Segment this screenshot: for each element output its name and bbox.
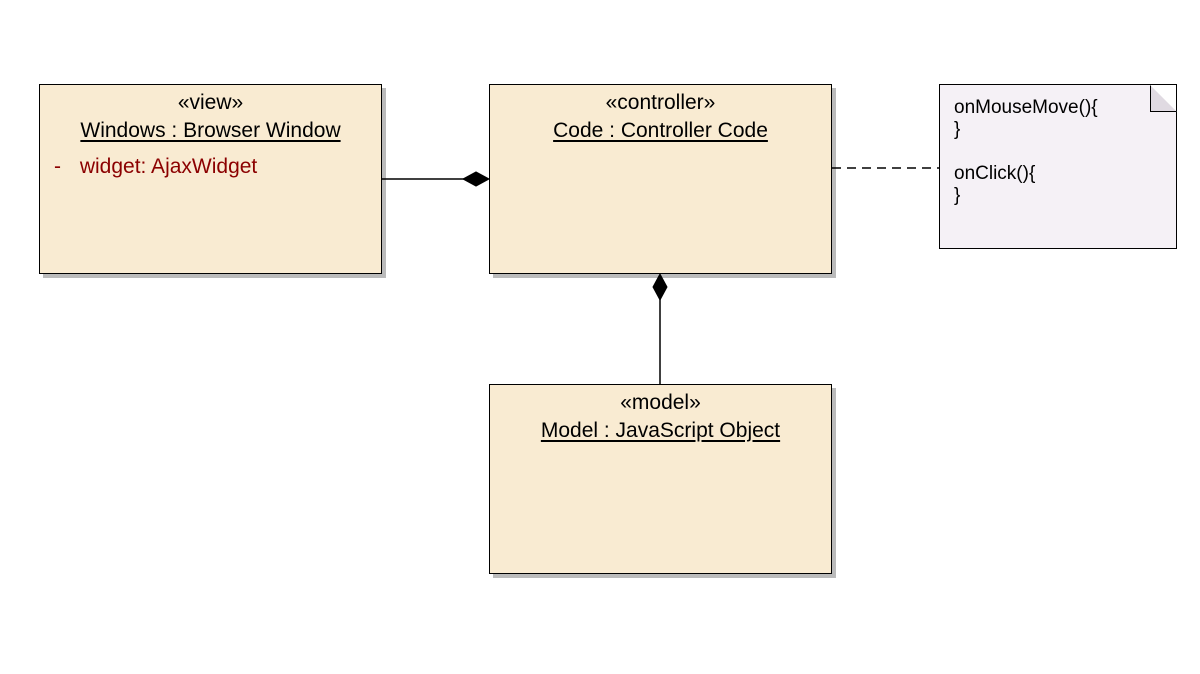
uml-head-model: «model» Model : JavaScript Object	[490, 385, 831, 449]
uml-body-view: - widget: AjaxWidget	[40, 149, 381, 185]
attr-text: widget: AjaxWidget	[80, 155, 257, 178]
stereotype-view: «view»	[50, 91, 371, 115]
uml-head-controller: «controller» Code : Controller Code	[490, 85, 831, 149]
uml-box-controller: «controller» Code : Controller Code	[489, 84, 832, 274]
uml-note-controller: onMouseMove(){ } onClick(){ }	[939, 84, 1177, 249]
box-name-controller: Code : Controller Code	[553, 119, 768, 145]
note-fold-icon	[1150, 85, 1176, 111]
box-name-model: Model : JavaScript Object	[541, 419, 780, 445]
uml-box-view: «view» Windows : Browser Window - widget…	[39, 84, 382, 274]
stereotype-model: «model»	[500, 391, 821, 415]
attr-view-widget: - widget: AjaxWidget	[54, 155, 367, 179]
uml-head-view: «view» Windows : Browser Window	[40, 85, 381, 149]
stereotype-controller: «controller»	[500, 91, 821, 115]
attr-visibility: -	[54, 155, 74, 179]
box-name-view: Windows : Browser Window	[80, 119, 340, 145]
uml-box-model: «model» Model : JavaScript Object	[489, 384, 832, 574]
note-text: onMouseMove(){ } onClick(){ }	[940, 85, 1176, 219]
